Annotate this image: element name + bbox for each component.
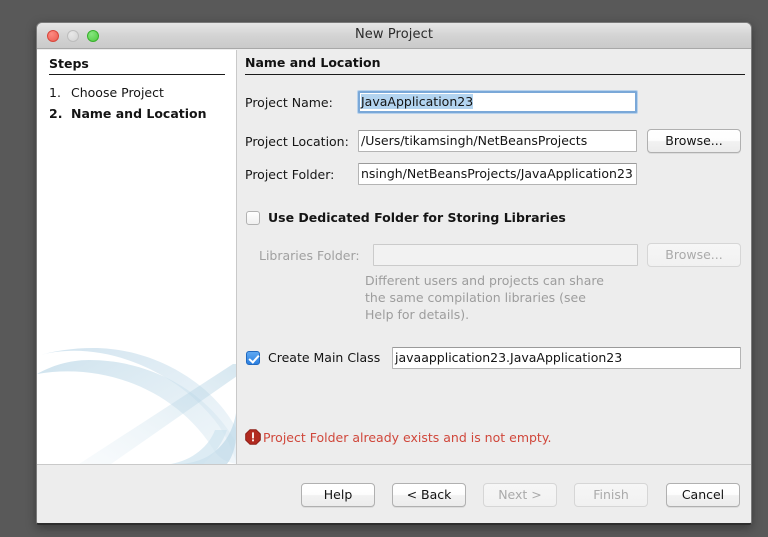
new-project-dialog: New Project Steps 1. Choose Project 2. N… bbox=[36, 22, 752, 525]
step-number: 2. bbox=[49, 106, 63, 121]
panel-header-divider bbox=[245, 74, 745, 75]
libraries-folder-input[interactable] bbox=[373, 244, 638, 266]
steps-list: 1. Choose Project 2. Name and Location bbox=[49, 82, 234, 124]
cancel-button[interactable]: Cancel bbox=[666, 483, 740, 507]
create-main-class-checkbox[interactable]: Create Main Class bbox=[246, 350, 380, 365]
libraries-folder-browse-button: Browse... bbox=[647, 243, 741, 267]
steps-panel: Steps 1. Choose Project 2. Name and Loca… bbox=[37, 50, 237, 464]
project-name-label: Project Name: bbox=[245, 95, 333, 110]
project-name-value: JavaApplication23 bbox=[361, 94, 474, 109]
error-message-row: Project Folder already exists and is not… bbox=[245, 429, 551, 445]
step-label: Choose Project bbox=[71, 85, 164, 100]
main-class-input[interactable]: javaapplication23.JavaApplication23 bbox=[392, 347, 741, 369]
error-octagon-icon bbox=[245, 429, 261, 445]
project-location-browse-button[interactable]: Browse... bbox=[647, 129, 741, 153]
project-folder-value: nsingh/NetBeansProjects/JavaApplication2… bbox=[361, 166, 633, 181]
project-location-value: /Users/tikamsingh/NetBeansProjects bbox=[361, 133, 588, 148]
use-dedicated-folder-label: Use Dedicated Folder for Storing Librari… bbox=[268, 210, 566, 225]
create-main-class-label: Create Main Class bbox=[268, 350, 381, 365]
project-folder-label: Project Folder: bbox=[245, 167, 335, 182]
step-item-choose-project: 1. Choose Project bbox=[49, 82, 234, 103]
project-name-input[interactable]: JavaApplication23 bbox=[358, 91, 637, 113]
dialog-content: Steps 1. Choose Project 2. Name and Loca… bbox=[37, 50, 751, 464]
error-message-text: Project Folder already exists and is not… bbox=[263, 429, 552, 445]
back-button[interactable]: < Back bbox=[392, 483, 466, 507]
checkbox-box bbox=[246, 210, 260, 225]
finish-button: Finish bbox=[574, 483, 648, 507]
step-item-name-and-location: 2. Name and Location bbox=[49, 103, 234, 124]
step-number: 1. bbox=[49, 85, 61, 100]
name-and-location-panel: Name and Location Project Name: JavaAppl… bbox=[237, 50, 751, 464]
help-button[interactable]: Help bbox=[301, 483, 375, 507]
dialog-titlebar: New Project bbox=[37, 23, 751, 49]
panel-header: Name and Location bbox=[245, 55, 381, 70]
libraries-helper-text: Different users and projects can share t… bbox=[365, 273, 604, 322]
decorative-swoosh-graphic bbox=[37, 348, 236, 464]
project-location-label: Project Location: bbox=[245, 134, 349, 149]
next-button: Next > bbox=[483, 483, 557, 507]
checkbox-box bbox=[246, 350, 260, 365]
main-class-value: javaapplication23.JavaApplication23 bbox=[395, 350, 623, 365]
use-dedicated-folder-checkbox[interactable]: Use Dedicated Folder for Storing Librari… bbox=[246, 210, 566, 225]
dialog-title: New Project bbox=[354, 27, 434, 42]
project-folder-input[interactable]: nsingh/NetBeansProjects/JavaApplication2… bbox=[358, 163, 637, 185]
libraries-folder-label: Libraries Folder: bbox=[259, 248, 360, 263]
dialog-footer: Help < Back Next > Finish Cancel bbox=[37, 464, 751, 523]
steps-header-divider bbox=[49, 74, 225, 75]
steps-header: Steps bbox=[49, 56, 89, 71]
step-label: Name and Location bbox=[71, 106, 207, 121]
project-location-input[interactable]: /Users/tikamsingh/NetBeansProjects bbox=[358, 130, 637, 152]
